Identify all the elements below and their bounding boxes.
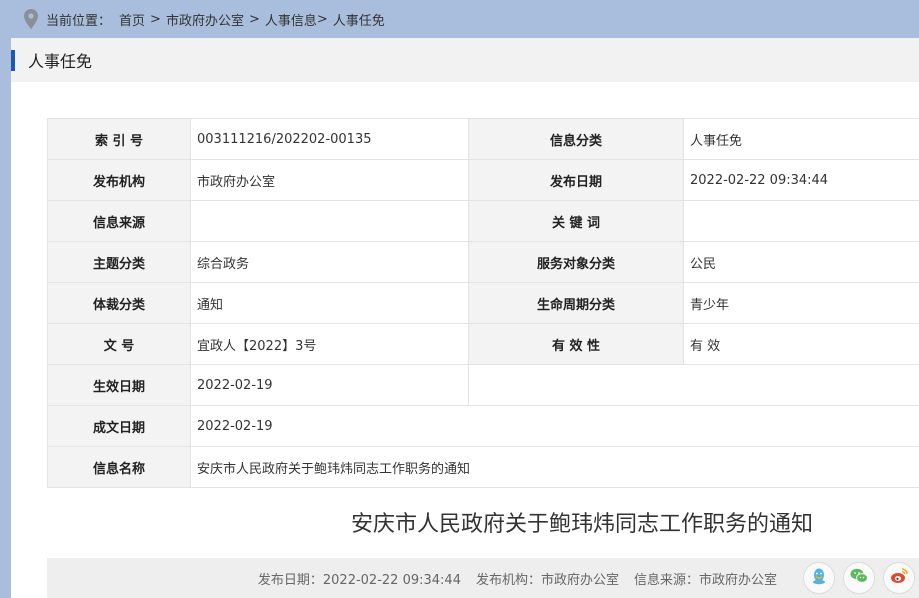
table-row: 索 引 号 003111216/202202-00135 信息分类 人事任免 [47, 118, 919, 160]
value-written-date: 2022-02-19 [190, 405, 919, 447]
table-row: 生效日期 2022-02-19 [47, 364, 919, 406]
value-info-name: 安庆市人民政府关于鲍玮炜同志工作职务的通知 [190, 446, 919, 488]
breadcrumb-bar: 当前位置： 首页 > 市政府办公室 > 人事信息 > 人事任免 [0, 0, 919, 38]
breadcrumb-separator: > [248, 11, 260, 27]
wechat-icon [849, 566, 869, 590]
label-genre-category: 体裁分类 [47, 282, 191, 324]
table-row: 发布机构 市政府办公室 发布日期 2022-02-22 09:34:44 [47, 159, 919, 201]
qq-icon [809, 566, 829, 590]
value-lifecycle-category: 青少年 [683, 282, 919, 324]
title-accent-bar [11, 49, 15, 71]
label-written-date: 成文日期 [47, 405, 191, 447]
label-effective-date: 生效日期 [47, 364, 191, 406]
label-lifecycle-category: 生命周期分类 [468, 282, 684, 324]
value-info-source [190, 200, 469, 242]
value-keywords [683, 200, 919, 242]
value-effective-date: 2022-02-19 [190, 364, 469, 406]
label-info-category: 信息分类 [468, 118, 684, 160]
table-row: 成文日期 2022-02-19 [47, 405, 919, 447]
section-title: 人事任免 [28, 52, 93, 71]
value-validity: 有 效 [683, 323, 919, 365]
meta-publisher: 发布机构：市政府办公室 [475, 572, 619, 588]
share-group [795, 562, 915, 594]
breadcrumb-office[interactable]: 市政府办公室 [166, 10, 244, 29]
meta-publish-date: 发布日期：2022-02-22 09:34:44 [257, 572, 461, 588]
label-publish-date: 发布日期 [468, 159, 684, 201]
document-title: 安庆市人民政府关于鲍玮炜同志工作职务的通知 [350, 512, 813, 537]
meta-bar: 发布日期：2022-02-22 09:34:44 发布机构：市政府办公室 信息来… [47, 558, 919, 598]
value-info-category: 人事任免 [683, 118, 919, 160]
section-title-bar: 人事任免 [11, 38, 919, 82]
label-index-number: 索 引 号 [47, 118, 191, 160]
weibo-icon [889, 566, 909, 590]
value-publisher: 市政府办公室 [190, 159, 469, 201]
document-title-wrap: 安庆市人民政府关于鲍玮炜同志工作职务的通知 [11, 506, 919, 538]
label-validity: 有 效 性 [468, 323, 684, 365]
table-row: 信息名称 安庆市人民政府关于鲍玮炜同志工作职务的通知 [47, 446, 919, 488]
breadcrumb-personnel-info[interactable]: 人事信息 [265, 10, 317, 29]
value-index-number: 003111216/202202-00135 [190, 118, 469, 160]
breadcrumb-separator: > [150, 11, 161, 27]
value-audience-category: 公民 [683, 241, 919, 283]
label-document-number: 文 号 [47, 323, 191, 365]
weibo-share-button[interactable] [883, 562, 915, 594]
wechat-share-button[interactable] [843, 562, 875, 594]
value-genre-category: 通知 [190, 282, 469, 324]
value-publish-date: 2022-02-22 09:34:44 [683, 159, 919, 201]
table-row: 主题分类 综合政务 服务对象分类 公民 [47, 241, 919, 283]
label-audience-category: 服务对象分类 [468, 241, 684, 283]
qq-share-button[interactable] [803, 562, 835, 594]
value-document-number: 宜政人【2022】3号 [190, 323, 469, 365]
location-pin-icon [24, 9, 38, 29]
label-keywords: 关 键 词 [468, 200, 684, 242]
table-row: 文 号 宜政人【2022】3号 有 效 性 有 效 [47, 323, 919, 365]
label-info-name: 信息名称 [47, 446, 191, 488]
value-topic-category: 综合政务 [190, 241, 469, 283]
breadcrumb-separator: > [316, 11, 328, 27]
label-topic-category: 主题分类 [47, 241, 191, 283]
main-panel: 人事任免 索 引 号 003111216/202202-00135 信息分类 人… [11, 38, 919, 598]
table-row: 体裁分类 通知 生命周期分类 青少年 [47, 282, 919, 324]
label-publisher: 发布机构 [47, 159, 191, 201]
empty-cell [468, 364, 919, 406]
breadcrumb-home[interactable]: 首页 [119, 10, 145, 29]
meta-source: 信息来源：市政府办公室 [633, 572, 777, 588]
label-info-source: 信息来源 [47, 200, 191, 242]
info-table: 索 引 号 003111216/202202-00135 信息分类 人事任免 发… [47, 118, 919, 488]
breadcrumb-appointments[interactable]: 人事任免 [333, 10, 385, 29]
table-row: 信息来源 关 键 词 [47, 200, 919, 242]
breadcrumb-prefix: 当前位置： [46, 13, 112, 29]
